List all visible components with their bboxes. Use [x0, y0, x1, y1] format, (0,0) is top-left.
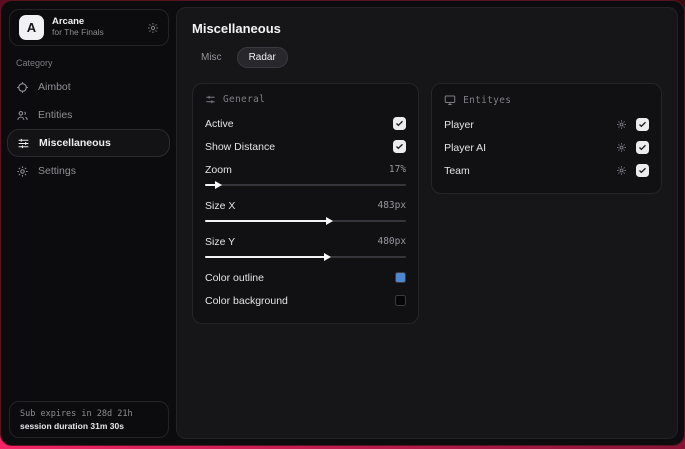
sidebar: A Arcane for The Finals Category Aimbot — [1, 1, 176, 445]
sliders-icon — [17, 137, 30, 150]
gear-icon[interactable] — [616, 165, 627, 176]
card-title: Entityes — [463, 94, 512, 106]
tab-radar[interactable]: Radar — [236, 47, 288, 68]
size-x-slider[interactable] — [205, 217, 407, 225]
setting-row-show-distance: Show Distance — [205, 135, 407, 158]
gear-icon[interactable] — [616, 142, 627, 153]
show-distance-checkbox[interactable] — [393, 140, 407, 153]
sliders-mini-icon — [205, 94, 216, 105]
setting-row-active: Active — [205, 112, 407, 135]
sidebar-nav: Aimbot Entities Miscellaneous Settings — [1, 73, 176, 185]
gear-icon[interactable] — [147, 22, 159, 34]
setting-row-color-background: Color background — [205, 289, 407, 312]
setting-row-color-outline: Color outline — [205, 266, 407, 289]
entities-card: Entityes Player Player AI Team — [431, 83, 662, 194]
app-logo-card: A Arcane for The Finals — [9, 9, 169, 46]
tab-bar: Misc Radar — [192, 47, 662, 68]
general-card: General Active Show Distance Zoom 17% Si… — [192, 83, 420, 324]
active-checkbox[interactable] — [393, 117, 407, 130]
color-outline-swatch[interactable] — [395, 272, 407, 283]
zoom-slider[interactable] — [205, 181, 407, 189]
page-title: Miscellaneous — [192, 21, 281, 36]
app-window: A Arcane for The Finals Category Aimbot — [0, 0, 685, 446]
gear-icon[interactable] — [616, 119, 627, 130]
entity-row-player: Player — [444, 113, 649, 136]
setting-row-size-x: Size X 483px — [205, 199, 407, 212]
sub-expires-text: Sub expires in 28d 21h — [20, 408, 133, 419]
app-logo: A — [19, 15, 44, 40]
team-checkbox[interactable] — [636, 164, 649, 177]
setting-row-size-y: Size Y 480px — [205, 235, 407, 248]
tab-misc[interactable]: Misc — [192, 47, 231, 68]
entities-icon — [16, 109, 29, 122]
player-ai-checkbox[interactable] — [636, 141, 649, 154]
sidebar-item-miscellaneous[interactable]: Miscellaneous — [7, 129, 170, 157]
setting-row-zoom: Zoom 17% — [205, 163, 407, 176]
size-x-value: 483px — [377, 200, 407, 211]
size-y-slider[interactable] — [205, 253, 407, 261]
sidebar-item-label: Aimbot — [38, 81, 71, 93]
size-y-value: 480px — [377, 236, 407, 247]
sidebar-item-label: Miscellaneous — [39, 137, 111, 149]
sidebar-item-label: Entities — [38, 109, 73, 121]
entity-row-team: Team — [444, 159, 649, 182]
subscription-card: Sub expires in 28d 21h session duration … — [9, 401, 169, 438]
sidebar-item-aimbot[interactable]: Aimbot — [7, 73, 170, 101]
gear-icon — [16, 165, 29, 178]
app-subtitle: for The Finals — [52, 27, 104, 38]
session-duration-text: session duration 31m 30s — [20, 420, 124, 431]
crosshair-icon — [16, 81, 29, 94]
slider-thumb[interactable] — [323, 253, 331, 261]
sidebar-item-entities[interactable]: Entities — [7, 101, 170, 129]
sidebar-item-settings[interactable]: Settings — [7, 157, 170, 185]
main-panel: Miscellaneous Misc Radar General Active — [176, 7, 678, 439]
slider-thumb[interactable] — [215, 181, 223, 189]
category-label: Category — [16, 58, 53, 68]
monitor-icon — [444, 94, 456, 106]
slider-thumb[interactable] — [325, 217, 333, 225]
player-checkbox[interactable] — [636, 118, 649, 131]
sidebar-item-label: Settings — [38, 165, 76, 177]
card-title: General — [223, 94, 266, 105]
entity-row-player-ai: Player AI — [444, 136, 649, 159]
zoom-value: 17% — [388, 164, 407, 175]
color-background-swatch[interactable] — [395, 295, 407, 306]
